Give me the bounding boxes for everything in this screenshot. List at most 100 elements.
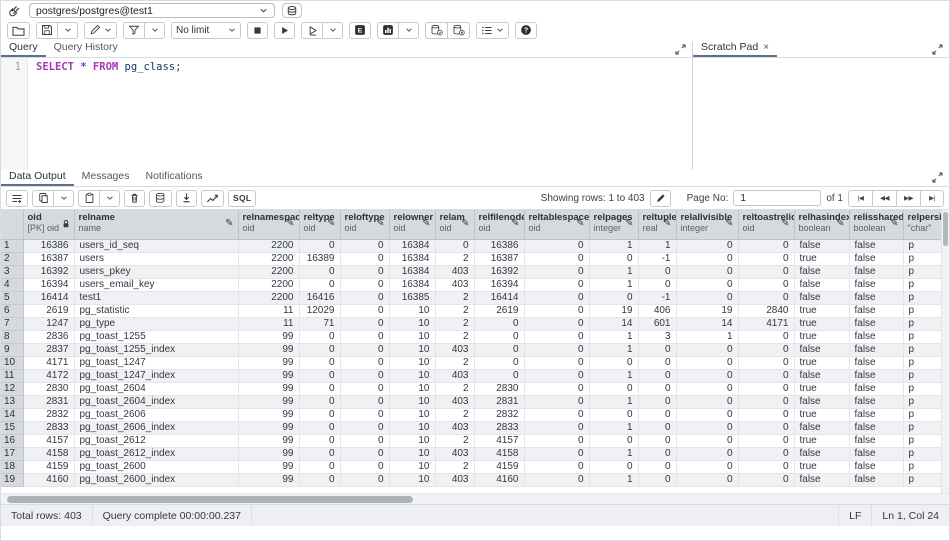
cell-reltype[interactable]: 0 — [299, 330, 340, 343]
cell-reltype[interactable]: 0 — [299, 460, 340, 473]
row-number[interactable]: 6 — [1, 304, 23, 317]
cell-relam[interactable]: 2 — [435, 252, 474, 265]
tab-query[interactable]: Query — [1, 39, 46, 57]
cell-relam[interactable]: 2 — [435, 460, 474, 473]
cell-oid[interactable]: 2831 — [23, 395, 74, 408]
cell-reltuples[interactable]: -1 — [638, 252, 676, 265]
column-header-relnamespace[interactable]: relnamespaceoid✎ — [238, 210, 299, 239]
cell-relhasindex[interactable]: true — [794, 382, 849, 395]
edit-menu-button[interactable] — [84, 22, 117, 39]
cell-reltype[interactable]: 0 — [299, 356, 340, 369]
connection-select[interactable]: postgres/postgres@test1 — [29, 3, 275, 18]
cell-relam[interactable]: 2 — [435, 382, 474, 395]
cell-relallvisible[interactable]: 0 — [676, 278, 738, 291]
cell-reltablespace[interactable]: 0 — [524, 421, 589, 434]
cell-reltuples[interactable]: 0 — [638, 278, 676, 291]
cell-relhasindex[interactable]: false — [794, 265, 849, 278]
cell-relallvisible[interactable]: 0 — [676, 395, 738, 408]
cell-relhasindex[interactable]: true — [794, 317, 849, 330]
cell-relfilenode[interactable]: 2833 — [474, 421, 524, 434]
tab-data-output[interactable]: Data Output — [1, 168, 74, 186]
cell-relallvisible[interactable]: 0 — [676, 447, 738, 460]
cell-reltype[interactable]: 0 — [299, 447, 340, 460]
cell-reltoastrelid[interactable]: 0 — [738, 291, 794, 304]
open-file-button[interactable] — [7, 22, 30, 39]
cell-relname[interactable]: users_email_key — [74, 278, 238, 291]
row-number[interactable]: 3 — [1, 265, 23, 278]
cell-relowner[interactable]: 10 — [389, 447, 435, 460]
cell-relisshared[interactable]: false — [849, 460, 903, 473]
cell-reloftype[interactable]: 0 — [340, 265, 389, 278]
cell-reltype[interactable]: 0 — [299, 343, 340, 356]
cell-relhasindex[interactable]: true — [794, 330, 849, 343]
cell-reloftype[interactable]: 0 — [340, 291, 389, 304]
cell-relfilenode[interactable]: 2830 — [474, 382, 524, 395]
cell-relname[interactable]: pg_toast_2600 — [74, 460, 238, 473]
cell-reltablespace[interactable]: 0 — [524, 460, 589, 473]
cell-oid[interactable]: 4159 — [23, 460, 74, 473]
cell-relpages[interactable]: 1 — [589, 239, 638, 252]
cell-relisshared[interactable]: false — [849, 408, 903, 421]
cell-relallvisible[interactable]: 0 — [676, 252, 738, 265]
cell-reltablespace[interactable]: 0 — [524, 369, 589, 382]
cell-relhasindex[interactable]: false — [794, 395, 849, 408]
cell-relisshared[interactable]: false — [849, 395, 903, 408]
cell-oid[interactable]: 2830 — [23, 382, 74, 395]
cell-relam[interactable]: 403 — [435, 265, 474, 278]
cell-reltablespace[interactable]: 0 — [524, 291, 589, 304]
explain-menu-button[interactable] — [398, 22, 419, 39]
cell-reloftype[interactable]: 0 — [340, 252, 389, 265]
cell-relnamespace[interactable]: 99 — [238, 382, 299, 395]
cell-relhasindex[interactable]: false — [794, 278, 849, 291]
cell-relam[interactable]: 2 — [435, 317, 474, 330]
cell-relhasindex[interactable]: false — [794, 447, 849, 460]
cell-relname[interactable]: pg_toast_2600_index — [74, 473, 238, 486]
cell-relnamespace[interactable]: 2200 — [238, 291, 299, 304]
cell-reltuples[interactable]: 0 — [638, 434, 676, 447]
cell-reltuples[interactable]: 0 — [638, 369, 676, 382]
cell-reltype[interactable]: 0 — [299, 395, 340, 408]
row-number[interactable]: 13 — [1, 395, 23, 408]
cell-reloftype[interactable]: 0 — [340, 473, 389, 486]
cell-relowner[interactable]: 10 — [389, 473, 435, 486]
cell-relname[interactable]: users_pkey — [74, 265, 238, 278]
execute-options-button[interactable] — [301, 22, 322, 39]
cell-reltuples[interactable]: 1 — [638, 239, 676, 252]
cell-relnamespace[interactable]: 11 — [238, 304, 299, 317]
cell-reltype[interactable]: 12029 — [299, 304, 340, 317]
cell-reltoastrelid[interactable]: 0 — [738, 408, 794, 421]
cell-reltype[interactable]: 0 — [299, 421, 340, 434]
cell-relpages[interactable]: 19 — [589, 304, 638, 317]
cell-relallvisible[interactable]: 0 — [676, 356, 738, 369]
cell-relowner[interactable]: 16384 — [389, 265, 435, 278]
cell-reltablespace[interactable]: 0 — [524, 447, 589, 460]
cell-relpages[interactable]: 1 — [589, 395, 638, 408]
cell-relowner[interactable]: 16384 — [389, 252, 435, 265]
cell-relisshared[interactable]: false — [849, 421, 903, 434]
cell-relfilenode[interactable]: 16392 — [474, 265, 524, 278]
cell-reloftype[interactable]: 0 — [340, 369, 389, 382]
cell-oid[interactable]: 2832 — [23, 408, 74, 421]
cell-relisshared[interactable]: false — [849, 382, 903, 395]
column-header-oid[interactable]: oid[PK] oid — [23, 210, 74, 239]
cell-relfilenode[interactable]: 0 — [474, 369, 524, 382]
select-all-header[interactable] — [1, 210, 23, 239]
cell-relpages[interactable]: 0 — [589, 382, 638, 395]
copy-menu-button[interactable] — [53, 190, 74, 207]
cell-reltype[interactable]: 0 — [299, 278, 340, 291]
cell-reltype[interactable]: 0 — [299, 434, 340, 447]
cell-reloftype[interactable]: 0 — [340, 239, 389, 252]
filter-button[interactable] — [123, 22, 144, 39]
cell-reltablespace[interactable]: 0 — [524, 434, 589, 447]
cell-reltablespace[interactable]: 0 — [524, 239, 589, 252]
cell-relhasindex[interactable]: false — [794, 239, 849, 252]
cell-relallvisible[interactable]: 0 — [676, 265, 738, 278]
column-header-relpages[interactable]: relpagesinteger✎ — [589, 210, 638, 239]
cell-relfilenode[interactable]: 16394 — [474, 278, 524, 291]
page-number-input[interactable] — [733, 190, 821, 206]
column-header-relisshared[interactable]: relissharedboolean✎ — [849, 210, 903, 239]
cell-relnamespace[interactable]: 99 — [238, 356, 299, 369]
cell-relname[interactable]: users — [74, 252, 238, 265]
row-number[interactable]: 4 — [1, 278, 23, 291]
macros-button[interactable] — [476, 22, 509, 39]
